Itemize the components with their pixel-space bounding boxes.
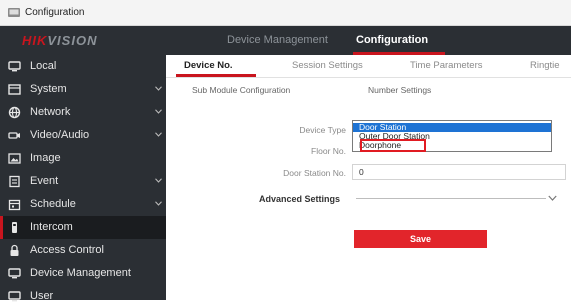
sidebar-item-intercom[interactable]: Intercom [0,216,166,239]
chevron-down-icon [155,178,162,183]
chevron-down-icon [155,132,162,137]
tab-ringtone[interactable]: Ringtie [530,60,560,71]
tab-device-no[interactable]: Device No. [184,60,233,71]
doorphone-highlight-box [360,139,426,152]
subtab-sub-module-configuration[interactable]: Sub Module Configuration [192,85,290,95]
advanced-settings-divider [356,198,546,199]
tab-session-settings[interactable]: Session Settings [292,60,363,71]
sidebar: Local System Network Video/Audio Image E… [0,55,166,302]
image-icon [8,153,21,164]
monitor-icon [8,291,21,302]
lock-icon [10,244,19,256]
tab-active-underline [176,74,256,77]
sidebar-item-local[interactable]: Local [0,55,166,78]
top-header: HIKVISION Device Management Configuratio… [0,26,571,55]
sidebar-item-device-management[interactable]: Device Management [0,262,166,285]
calendar-icon [8,199,21,211]
sidebar-item-event[interactable]: Event [0,170,166,193]
sidebar-item-network[interactable]: Network [0,101,166,124]
brand-logo: HIKVISION [22,33,98,48]
monitor-icon [8,61,21,72]
window-title: Configuration [25,7,85,18]
sidebar-item-video-audio[interactable]: Video/Audio [0,124,166,147]
nav-device-management[interactable]: Device Management [227,34,328,46]
subtab-number-settings[interactable]: Number Settings [368,85,431,95]
advanced-settings-label[interactable]: Advanced Settings [259,194,340,204]
event-icon [9,175,20,188]
sidebar-item-system[interactable]: System [0,78,166,101]
sidebar-item-access-control[interactable]: Access Control [0,239,166,262]
door-station-no-input[interactable]: 0 [352,164,566,180]
device-type-label: Device Type [299,125,346,135]
app-icon [8,8,20,17]
sidebar-item-image[interactable]: Image [0,147,166,170]
tab-time-parameters[interactable]: Time Parameters [410,60,483,71]
nav-configuration[interactable]: Configuration [356,34,428,46]
floor-no-label: Floor No. [311,146,346,156]
chevron-down-icon[interactable] [548,195,557,201]
chevron-down-icon [155,86,162,91]
save-button[interactable]: Save [354,230,487,248]
camera-icon [8,132,20,139]
sidebar-item-schedule[interactable]: Schedule [0,193,166,216]
intercom-icon [12,222,17,233]
chevron-down-icon [155,201,162,206]
main-content: Device No. Session Settings Time Paramet… [166,55,571,300]
tab-bar: Device No. Session Settings Time Paramet… [166,55,571,78]
window-titlebar: Configuration [0,0,571,26]
door-station-no-label: Door Station No. [283,168,346,178]
system-icon [8,84,21,95]
sidebar-item-user[interactable]: User [0,285,166,308]
chevron-down-icon [155,109,162,114]
globe-icon [8,106,21,119]
monitor-icon [8,268,21,279]
